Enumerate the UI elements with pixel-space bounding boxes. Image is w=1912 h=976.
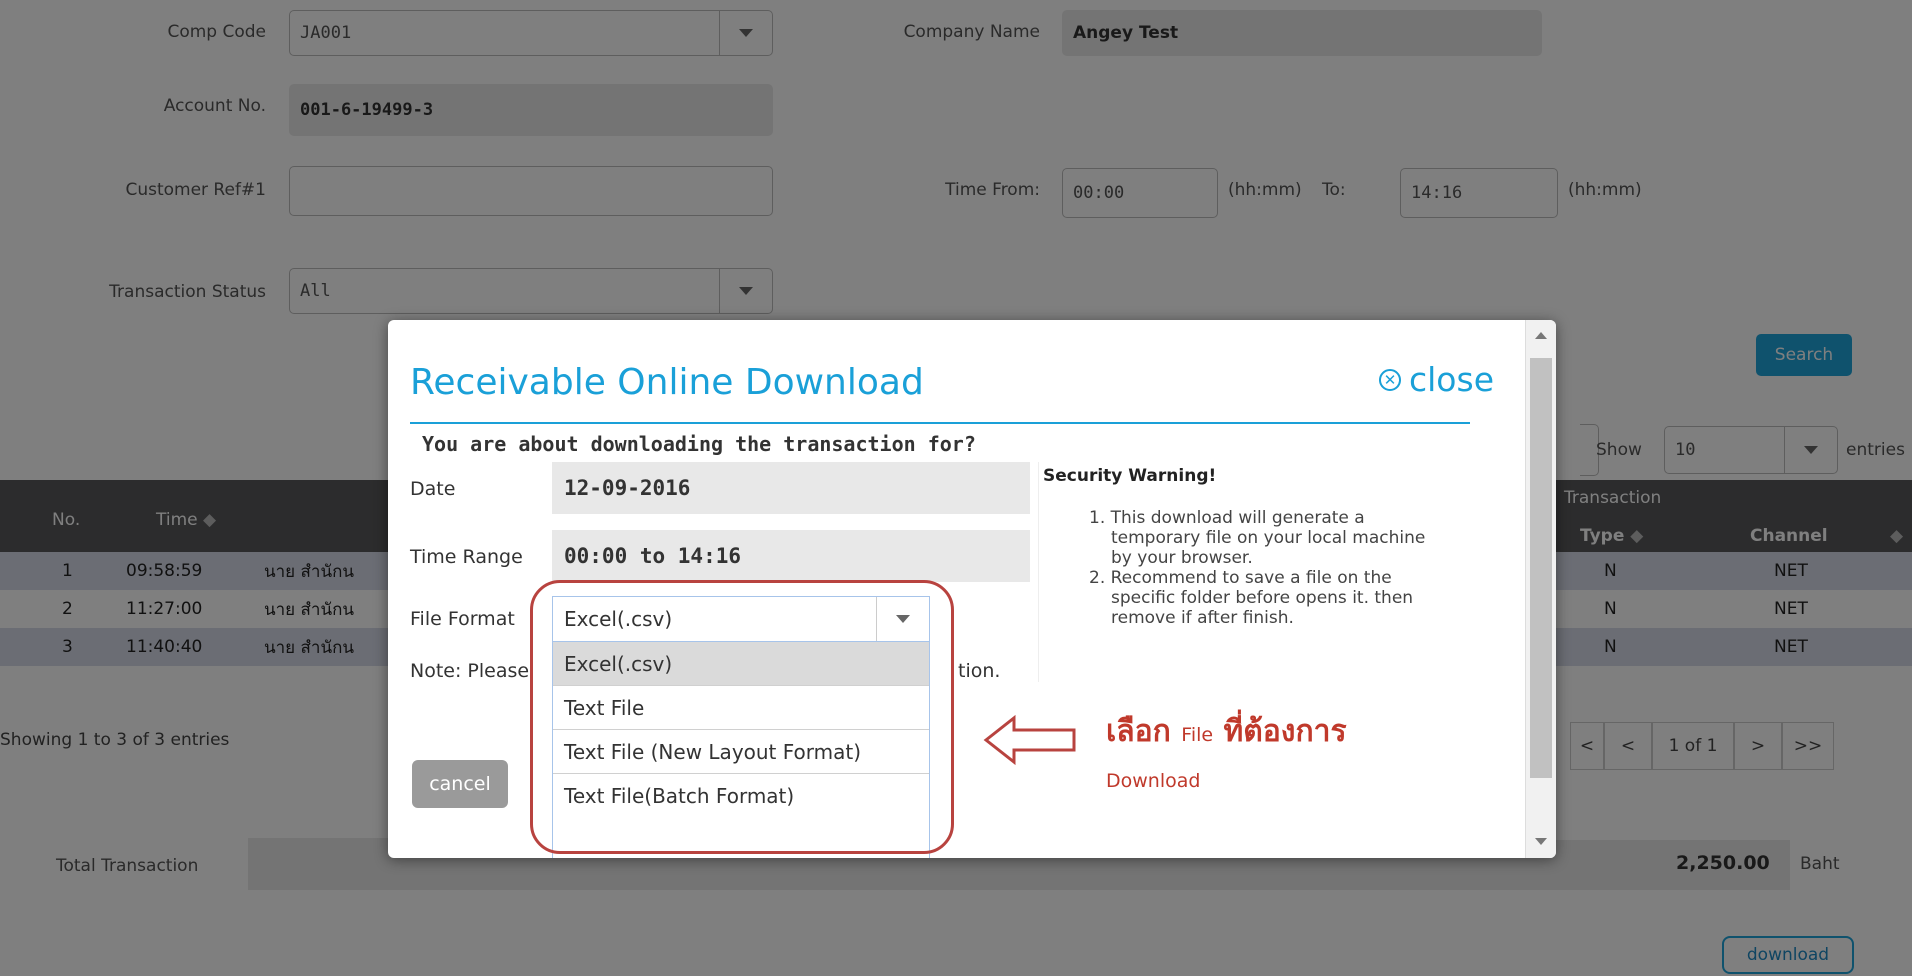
security-warning-line: by your browser. bbox=[1111, 548, 1253, 568]
close-button[interactable]: ✕ close bbox=[1379, 360, 1494, 399]
time-range-label: Time Range bbox=[410, 546, 523, 568]
annotation-file: File bbox=[1181, 724, 1214, 746]
security-warning-line: remove if after finish. bbox=[1111, 608, 1294, 628]
title-divider bbox=[410, 422, 1470, 424]
download-question: You are about downloading the transactio… bbox=[422, 432, 976, 456]
security-warning-line: 1. This download will generate a bbox=[1089, 508, 1365, 528]
close-icon: ✕ bbox=[1379, 368, 1401, 391]
date-field: 12-09-2016 bbox=[552, 462, 1030, 514]
date-value: 12-09-2016 bbox=[564, 476, 691, 500]
security-warning-title: Security Warning! bbox=[1043, 466, 1217, 486]
close-label: close bbox=[1409, 360, 1494, 399]
note-prefix: Note: Please bbox=[410, 660, 530, 682]
arrow-left-icon bbox=[983, 714, 1076, 766]
file-format-label: File Format bbox=[410, 608, 515, 630]
scroll-up-icon[interactable] bbox=[1535, 332, 1547, 339]
annotation-line2: Download bbox=[1106, 770, 1201, 792]
time-range-value: 00:00 to 14:16 bbox=[564, 544, 742, 568]
modal-scrollbar[interactable] bbox=[1525, 320, 1556, 858]
modal-title: Receivable Online Download bbox=[410, 362, 924, 403]
scroll-down-icon[interactable] bbox=[1535, 838, 1547, 845]
scrollbar-thumb[interactable] bbox=[1530, 358, 1552, 778]
note-suffix: tion. bbox=[958, 660, 1001, 682]
date-label: Date bbox=[410, 478, 456, 500]
annotation-thai-desired: ที่ต้องการ bbox=[1223, 714, 1347, 749]
annotation-thai-select: เลือก bbox=[1106, 714, 1171, 749]
time-range-field: 00:00 to 14:16 bbox=[552, 530, 1030, 582]
highlight-frame bbox=[530, 580, 954, 854]
security-warning-line: temporary file on your local machine bbox=[1111, 528, 1426, 548]
security-warning-panel: Security Warning! 1. This download will … bbox=[1038, 462, 1449, 682]
security-warning-line: 2. Recommend to save a file on the bbox=[1089, 568, 1392, 588]
annotation-line1: เลือก File ที่ต้องการ bbox=[1106, 708, 1347, 755]
cancel-button[interactable]: cancel bbox=[412, 760, 508, 808]
security-warning-line: specific folder before opens it. then bbox=[1111, 588, 1414, 608]
